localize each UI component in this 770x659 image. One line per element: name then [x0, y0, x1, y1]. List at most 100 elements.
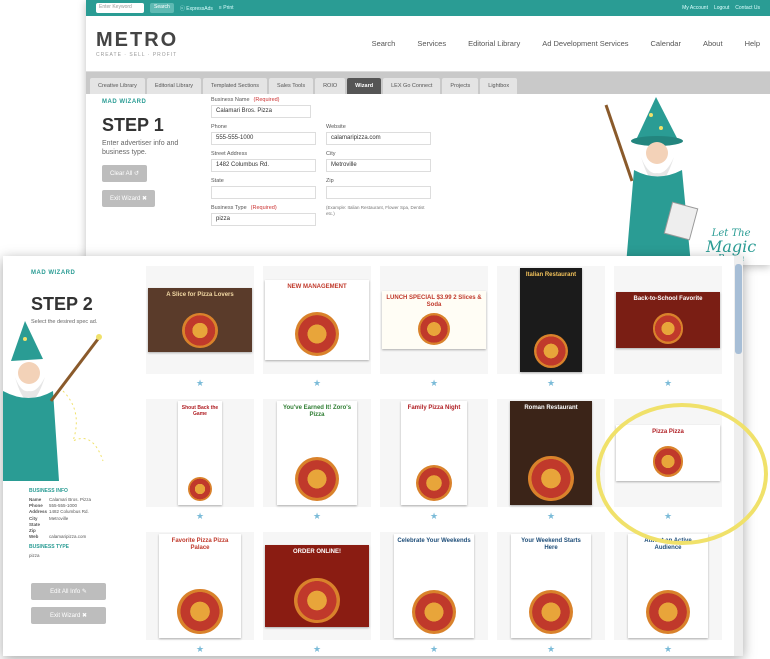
spec-ad-thumbnail[interactable]: Favorite Pizza Pizza Palace	[146, 532, 254, 640]
tab-lex-go-connect[interactable]: LEX Go Connect	[383, 78, 441, 94]
spec-ad-card[interactable]: NEW MANAGEMENT ★	[260, 262, 374, 390]
pizza-image	[295, 312, 339, 356]
nav-calendar[interactable]: Calendar	[651, 39, 681, 48]
street-label: Street Address	[211, 151, 248, 157]
spec-ad-headline: Italian Restaurant	[525, 272, 577, 278]
logout-link[interactable]: Logout	[714, 5, 729, 11]
spec-ad-image: Your Weekend Starts Here	[511, 534, 591, 638]
pizza-image	[415, 464, 453, 501]
spec-ad-card[interactable]: Attract an Active Audience ★	[611, 528, 725, 656]
contact-link[interactable]: Contact Us	[735, 5, 760, 11]
tab-creative-library[interactable]: Creative Library	[90, 78, 145, 94]
favorite-star-icon[interactable]: ★	[195, 511, 205, 521]
scrollbar-thumb[interactable]	[735, 264, 742, 354]
nav-help[interactable]: Help	[745, 39, 760, 48]
nav-editorial-library[interactable]: Editorial Library	[468, 39, 520, 48]
tab-sales-tools[interactable]: Sales Tools	[269, 78, 314, 94]
metro-logo[interactable]: METRO CREATE · SELL · PROFIT	[96, 29, 206, 58]
spec-ad-headline: A Slice for Pizza Lovers	[166, 292, 234, 298]
website-label: Website	[326, 124, 346, 130]
spec-ad-card[interactable]: Back-to-School Favorite ★	[611, 262, 725, 390]
favorite-star-icon[interactable]: ★	[429, 644, 439, 654]
wizard-label: MAD WIZARD	[102, 99, 147, 105]
tab-roio[interactable]: ROIO	[315, 78, 346, 94]
favorite-star-icon[interactable]: ★	[546, 511, 556, 521]
favorite-star-icon[interactable]: ★	[312, 511, 322, 521]
business-type-field[interactable]: pizza	[211, 213, 316, 226]
tab-lightbox[interactable]: Lightbox	[480, 78, 518, 94]
spec-ad-headline: Roman Restaurant	[524, 405, 578, 411]
nav-search[interactable]: Search	[372, 39, 396, 48]
phone-field[interactable]: 555-555-1000	[211, 132, 316, 145]
favorite-star-icon[interactable]: ★	[195, 644, 205, 654]
spec-ad-headline: Family Pizza Night	[407, 405, 461, 411]
favorite-star-icon[interactable]: ★	[429, 511, 439, 521]
section-tabs: Creative Library Editorial Library Templ…	[86, 72, 770, 94]
spec-ad-card[interactable]: Celebrate Your Weekends ★	[377, 528, 491, 656]
spec-ad-card[interactable]: Italian Restaurant ★	[494, 262, 608, 390]
spec-ad-thumbnail[interactable]: Celebrate Your Weekends	[380, 532, 488, 640]
spec-ad-card[interactable]: A Slice for Pizza Lovers ★	[143, 262, 257, 390]
spec-ad-thumbnail[interactable]: Shout Back the Game	[146, 399, 254, 507]
exit-wizard-button-2[interactable]: Exit Wizard ✖	[31, 607, 106, 624]
tab-projects[interactable]: Projects	[442, 78, 479, 94]
spec-ad-thumbnail[interactable]: You've Earned It! Zoro's Pizza	[263, 399, 371, 507]
spec-ad-card[interactable]: Favorite Pizza Pizza Palace ★	[143, 528, 257, 656]
step2-title: STEP 2	[31, 294, 93, 314]
spec-ad-image: Italian Restaurant	[520, 268, 582, 372]
business-name-field[interactable]: Calamari Bros. Pizza	[211, 105, 311, 118]
favorite-star-icon[interactable]: ★	[312, 378, 322, 388]
spec-ad-thumbnail[interactable]: Attract an Active Audience	[614, 532, 722, 640]
clear-all-button[interactable]: Clear All ↺	[102, 165, 148, 182]
tab-wizard[interactable]: Wizard	[347, 78, 382, 94]
favorite-star-icon[interactable]: ★	[429, 378, 439, 388]
info-row: Web calamaripizza.com	[29, 534, 87, 540]
spec-ad-card[interactable]: Your Weekend Starts Here ★	[494, 528, 608, 656]
logo-tagline: CREATE · SELL · PROFIT	[96, 52, 178, 58]
search-button[interactable]: Search	[150, 3, 174, 13]
spec-ad-card[interactable]: Family Pizza Night ★	[377, 395, 491, 523]
favorite-star-icon[interactable]: ★	[663, 378, 673, 388]
favorite-star-icon[interactable]: ★	[663, 644, 673, 654]
favorite-star-icon[interactable]: ★	[312, 644, 322, 654]
spec-ad-thumbnail[interactable]: A Slice for Pizza Lovers	[146, 266, 254, 374]
tab-editorial-library[interactable]: Editorial Library	[146, 78, 202, 94]
spec-ad-thumbnail[interactable]: Italian Restaurant	[497, 266, 605, 374]
nav-ad-development[interactable]: Ad Development Services	[542, 39, 628, 48]
pizza-image	[412, 590, 456, 634]
spec-ad-image: Favorite Pizza Pizza Palace	[159, 534, 241, 638]
pizza-image	[646, 590, 690, 634]
spec-ad-image: A Slice for Pizza Lovers	[148, 288, 252, 352]
exit-wizard-button[interactable]: Exit Wizard ✖	[102, 190, 156, 207]
spec-ad-thumbnail[interactable]: Family Pizza Night	[380, 399, 488, 507]
spec-ad-card[interactable]: LUNCH SPECIAL $3.99 2 Slices & Soda ★	[377, 262, 491, 390]
website-field[interactable]: calamaripizza.com	[326, 132, 431, 145]
nav-about[interactable]: About	[703, 39, 723, 48]
state-field[interactable]	[211, 186, 316, 199]
nav-services[interactable]: Services	[417, 39, 446, 48]
favorite-star-icon[interactable]: ★	[546, 644, 556, 654]
search-input[interactable]: Enter Keyword	[96, 3, 144, 13]
print-link[interactable]: ≡ Print	[219, 5, 234, 11]
city-label: City	[326, 151, 336, 157]
tab-templated-sections[interactable]: Templated Sections	[203, 78, 268, 94]
express-ads-link[interactable]: ⓒ ExpressAds	[180, 5, 213, 12]
spec-ad-card[interactable]: Roman Restaurant ★	[494, 395, 608, 523]
spec-ad-card[interactable]: ORDER ONLINE! ★	[260, 528, 374, 656]
spec-ad-thumbnail[interactable]: Roman Restaurant	[497, 399, 605, 507]
street-field[interactable]: 1482 Columbus Rd.	[211, 159, 316, 172]
city-field[interactable]: Metroville	[326, 159, 431, 172]
favorite-star-icon[interactable]: ★	[195, 378, 205, 388]
edit-all-info-button[interactable]: Edit All Info ✎	[31, 583, 106, 600]
spec-ad-thumbnail[interactable]: NEW MANAGEMENT	[263, 266, 371, 374]
spec-ad-card[interactable]: Shout Back the Game ★	[143, 395, 257, 523]
spec-ad-thumbnail[interactable]: Back-to-School Favorite	[614, 266, 722, 374]
zip-field[interactable]	[326, 186, 431, 199]
spec-ad-thumbnail[interactable]: Your Weekend Starts Here	[497, 532, 605, 640]
spec-ad-thumbnail[interactable]: ORDER ONLINE!	[263, 532, 371, 640]
spec-ad-card[interactable]: You've Earned It! Zoro's Pizza ★	[260, 395, 374, 523]
my-account-link[interactable]: My Account	[682, 5, 708, 11]
pizza-image	[652, 313, 684, 344]
spec-ad-thumbnail[interactable]: LUNCH SPECIAL $3.99 2 Slices & Soda	[380, 266, 488, 374]
favorite-star-icon[interactable]: ★	[546, 378, 556, 388]
